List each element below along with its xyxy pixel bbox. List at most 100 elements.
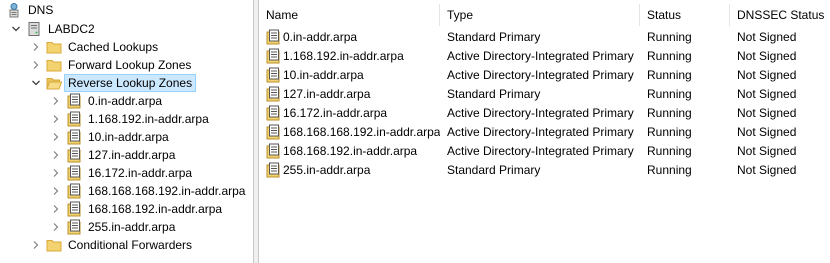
zone-file-icon <box>265 143 281 159</box>
table-row[interactable]: 168.168.192.in-addr.arpa Active Director… <box>259 141 830 160</box>
zone-file-icon <box>66 147 82 163</box>
zone-dnssec-status: Not Signed <box>737 29 797 44</box>
zone-name: 255.in-addr.arpa <box>283 162 371 177</box>
zone-dnssec-status: Not Signed <box>737 143 797 158</box>
tree-label-forward-lookup-zones: Forward Lookup Zones <box>68 58 192 72</box>
chevron-right-icon[interactable] <box>50 146 62 164</box>
zone-dnssec-status: Not Signed <box>737 67 797 82</box>
console-tree[interactable]: DNS LABDC2 Cached Lookups Forward Lookup… <box>0 0 254 263</box>
chevron-right-icon[interactable] <box>30 38 42 56</box>
zone-dnssec-status: Not Signed <box>737 124 797 139</box>
tree-node-zone[interactable]: 255.in-addr.arpa <box>50 218 178 236</box>
tree-node-zone[interactable]: 10.in-addr.arpa <box>50 128 172 146</box>
tree-node-forward-lookup-zones[interactable]: Forward Lookup Zones <box>30 56 194 74</box>
list-header: Name Type Status DNSSEC Status <box>259 4 830 26</box>
zone-dnssec-status: Not Signed <box>737 162 797 177</box>
tree-label-labdc2: LABDC2 <box>48 22 95 36</box>
list-rows: 0.in-addr.arpa Standard Primary Running … <box>259 27 830 179</box>
zone-type: Active Directory-Integrated Primary <box>447 48 634 63</box>
zone-name: 127.in-addr.arpa <box>283 86 371 101</box>
zone-status: Running <box>647 48 692 63</box>
tree-label-zone: 168.168.168.192.in-addr.arpa <box>88 184 246 198</box>
tree-node-zone[interactable]: 127.in-addr.arpa <box>50 146 178 164</box>
zone-dnssec-status: Not Signed <box>737 105 797 120</box>
table-row[interactable]: 10.in-addr.arpa Active Directory-Integra… <box>259 65 830 84</box>
column-header-status[interactable]: Status <box>640 4 730 26</box>
tree-node-zone[interactable]: 168.168.192.in-addr.arpa <box>50 200 225 218</box>
tree-node-dns[interactable]: DNS <box>6 1 56 19</box>
name-cell: 1.168.192.in-addr.arpa <box>259 48 440 64</box>
zone-file-icon <box>66 219 82 235</box>
table-row[interactable]: 127.in-addr.arpa Standard Primary Runnin… <box>259 84 830 103</box>
column-header-name[interactable]: Name <box>259 4 440 26</box>
tree-node-reverse-lookup-zones[interactable]: Reverse Lookup Zones <box>30 74 197 92</box>
zone-file-icon <box>265 67 281 83</box>
table-row[interactable]: 168.168.168.192.in-addr.arpa Active Dire… <box>259 122 830 141</box>
chevron-right-icon[interactable] <box>50 218 62 236</box>
folder-open-icon <box>46 75 62 91</box>
folder-icon <box>46 57 62 73</box>
zone-type: Active Directory-Integrated Primary <box>447 143 634 158</box>
zone-name: 168.168.168.192.in-addr.arpa <box>283 124 440 139</box>
dns-server-icon <box>6 2 22 18</box>
name-cell: 127.in-addr.arpa <box>259 86 440 102</box>
chevron-right-icon[interactable] <box>50 182 62 200</box>
zone-file-icon <box>66 129 82 145</box>
tree-node-labdc2[interactable]: LABDC2 <box>10 20 98 38</box>
zone-status: Running <box>647 105 692 120</box>
folder-icon <box>46 237 62 253</box>
chevron-right-icon[interactable] <box>30 236 42 254</box>
name-cell: 168.168.168.192.in-addr.arpa <box>259 124 440 140</box>
zone-dnssec-status: Not Signed <box>737 48 797 63</box>
chevron-right-icon[interactable] <box>50 128 62 146</box>
zone-file-icon <box>66 201 82 217</box>
zone-name: 10.in-addr.arpa <box>283 67 364 82</box>
tree-node-zone[interactable]: 1.168.192.in-addr.arpa <box>50 110 212 128</box>
tree-label-zone: 255.in-addr.arpa <box>88 220 176 234</box>
tree-node-zone[interactable]: 16.172.in-addr.arpa <box>50 164 195 182</box>
zone-list-view[interactable]: Name Type Status DNSSEC Status 0.in-addr… <box>258 0 830 263</box>
tree-label-conditional-forwarders: Conditional Forwarders <box>68 238 193 252</box>
zone-file-icon <box>265 124 281 140</box>
zone-name: 16.172.in-addr.arpa <box>283 105 388 120</box>
tree-node-cached-lookups[interactable]: Cached Lookups <box>30 38 161 56</box>
name-cell: 10.in-addr.arpa <box>259 67 440 83</box>
zone-file-icon <box>66 93 82 109</box>
name-cell: 255.in-addr.arpa <box>259 162 440 178</box>
tree-node-zone[interactable]: 0.in-addr.arpa <box>50 92 165 110</box>
zone-file-icon <box>265 86 281 102</box>
zone-file-icon <box>265 29 281 45</box>
chevron-down-icon[interactable] <box>10 20 22 38</box>
chevron-down-icon[interactable] <box>30 74 42 92</box>
chevron-right-icon[interactable] <box>30 56 42 74</box>
column-header-dnssec-status[interactable]: DNSSEC Status <box>730 4 830 26</box>
column-header-type[interactable]: Type <box>440 4 640 26</box>
zone-name: 168.168.192.in-addr.arpa <box>283 143 418 158</box>
name-cell: 168.168.192.in-addr.arpa <box>259 143 440 159</box>
tree-label-zone: 168.168.192.in-addr.arpa <box>88 202 223 216</box>
tree-node-zone[interactable]: 168.168.168.192.in-addr.arpa <box>50 182 248 200</box>
table-row[interactable]: 0.in-addr.arpa Standard Primary Running … <box>259 27 830 46</box>
zone-type: Standard Primary <box>447 162 541 177</box>
tree-label-zone: 1.168.192.in-addr.arpa <box>88 112 209 126</box>
zone-type: Standard Primary <box>447 29 541 44</box>
zone-type: Active Directory-Integrated Primary <box>447 124 634 139</box>
tree-label-reverse-lookup-zones: Reverse Lookup Zones <box>63 74 197 92</box>
table-row[interactable]: 255.in-addr.arpa Standard Primary Runnin… <box>259 160 830 179</box>
zone-file-icon <box>265 162 281 178</box>
chevron-right-icon[interactable] <box>50 200 62 218</box>
tree-node-conditional-forwarders[interactable]: Conditional Forwarders <box>30 236 195 254</box>
zone-type: Standard Primary <box>447 86 541 101</box>
dns-manager-window: DNS LABDC2 Cached Lookups Forward Lookup… <box>0 0 830 263</box>
chevron-right-icon[interactable] <box>50 164 62 182</box>
folder-icon <box>46 39 62 55</box>
server-icon <box>26 21 42 37</box>
chevron-right-icon[interactable] <box>50 110 62 128</box>
table-row[interactable]: 1.168.192.in-addr.arpa Active Directory-… <box>259 46 830 65</box>
zone-status: Running <box>647 143 692 158</box>
tree-label-zone: 10.in-addr.arpa <box>88 130 169 144</box>
name-cell: 16.172.in-addr.arpa <box>259 105 440 121</box>
chevron-right-icon[interactable] <box>50 92 62 110</box>
table-row[interactable]: 16.172.in-addr.arpa Active Directory-Int… <box>259 103 830 122</box>
zone-status: Running <box>647 162 692 177</box>
